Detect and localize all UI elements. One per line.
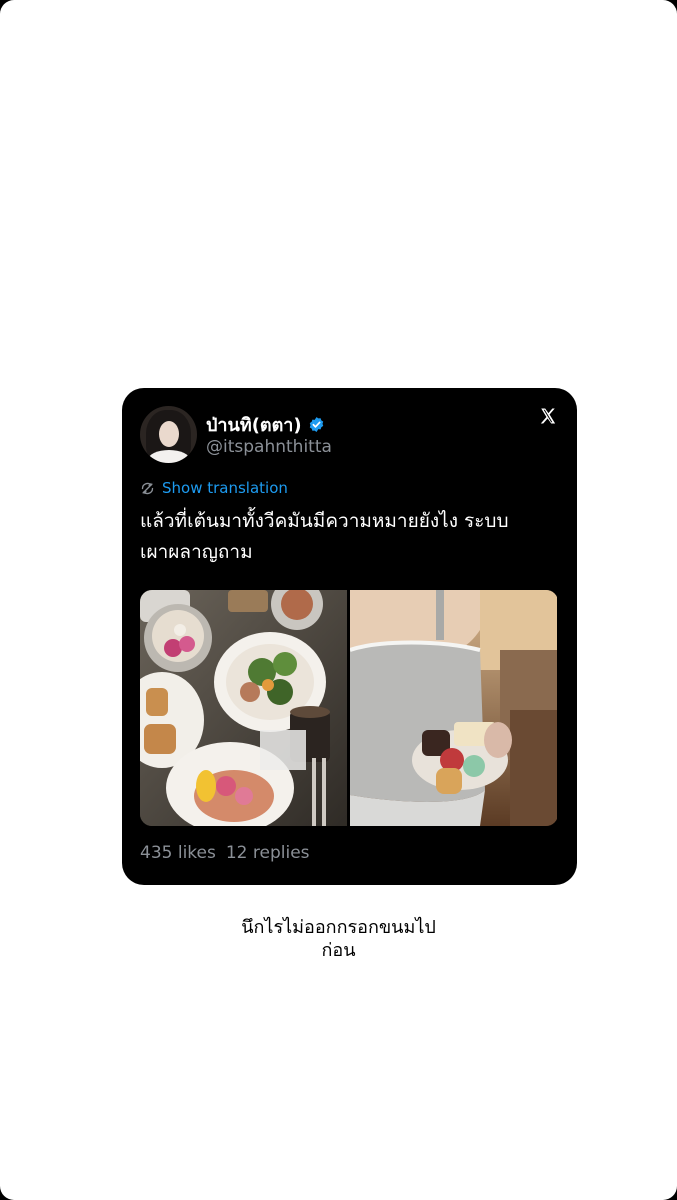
story-canvas: ป่านทิ(ตตา) @itspahnthitta Show translat… <box>0 0 677 1200</box>
story-caption: นึกไรไม่ออกกรอกขนมไป ก่อน <box>0 916 677 962</box>
show-translation-link[interactable]: Show translation <box>140 479 288 497</box>
show-translation-label: Show translation <box>162 479 288 497</box>
handle[interactable]: @itspahnthitta <box>206 437 332 457</box>
display-name-row: ป่านทิ(ตตา) <box>206 410 325 439</box>
tweet-text: แล้วที่เต้นมาทั้งวีคมันมีความหมายยังไง ร… <box>140 506 560 568</box>
translate-icon <box>141 482 154 494</box>
tweet-text-line: แล้วที่เต้นมาทั้งวีคมันมีความหมายยังไง ร… <box>140 510 509 532</box>
tweet-text-line: เผาผลาญถาม <box>140 541 253 563</box>
caption-line: ก่อน <box>321 940 356 961</box>
display-name[interactable]: ป่านทิ(ตตา) <box>206 410 302 439</box>
verified-badge-icon <box>309 417 323 432</box>
media-grid <box>140 590 558 826</box>
replies-count[interactable]: 12 replies <box>226 843 310 863</box>
x-logo-icon[interactable] <box>539 407 557 425</box>
food-table-photo[interactable] <box>140 590 347 826</box>
tweet-stats: 435 likes 12 replies <box>140 843 310 863</box>
tweet-card[interactable]: ป่านทิ(ตตา) @itspahnthitta Show translat… <box>122 388 577 885</box>
caption-line: นึกไรไม่ออกกรอกขนมไป <box>241 917 436 938</box>
likes-count[interactable]: 435 likes <box>140 843 216 863</box>
avatar[interactable] <box>140 406 197 463</box>
dessert-plate-photo[interactable] <box>350 590 557 826</box>
